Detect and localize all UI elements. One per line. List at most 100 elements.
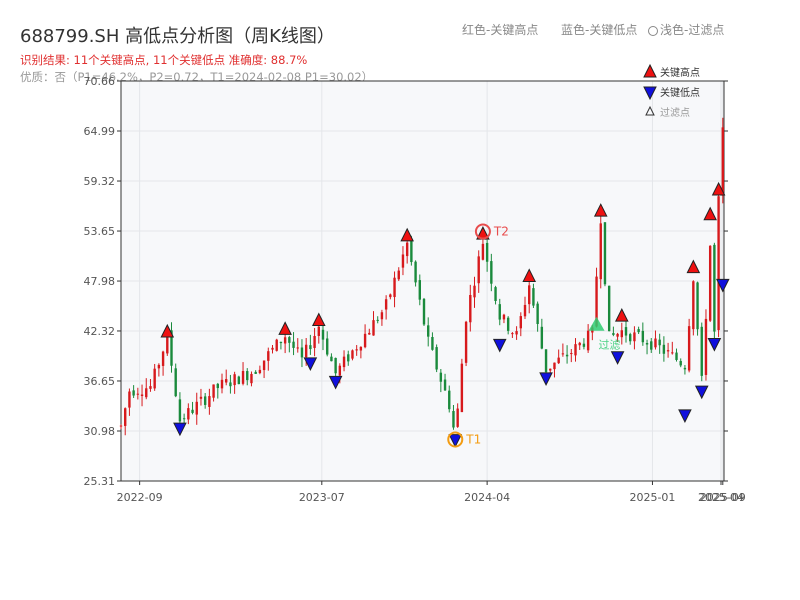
legend-high-icon	[643, 63, 657, 78]
t2-label: T2	[493, 224, 509, 238]
candle-body	[338, 365, 342, 376]
candle-body	[304, 344, 308, 358]
x-tick-label: 2022-09	[117, 491, 163, 504]
candle-body	[380, 312, 384, 320]
candle-body	[405, 242, 409, 257]
x-tick-label: 2024-04	[464, 491, 510, 504]
candle-body	[549, 368, 552, 371]
candle-body	[149, 386, 152, 389]
candle-body	[565, 354, 569, 357]
y-tick-label: 36.65	[84, 375, 116, 388]
candle-body	[570, 353, 573, 355]
y-tick-label: 30.98	[84, 425, 116, 438]
candle-body	[199, 396, 203, 399]
candle-body	[246, 371, 249, 381]
candle-body	[342, 356, 346, 368]
candle-body	[637, 329, 640, 333]
x-tick-label: 2025-01	[629, 491, 675, 504]
legend-label: 过滤点	[660, 106, 690, 119]
candle-body	[671, 352, 674, 354]
candle-body	[650, 341, 653, 350]
candle-body	[578, 342, 581, 346]
y-tick-label: 42.32	[84, 325, 116, 338]
candle-body	[271, 347, 274, 350]
candle-body	[212, 384, 215, 398]
y-tick-label: 64.99	[84, 125, 116, 138]
candle-body	[182, 418, 186, 420]
candle-body	[393, 277, 396, 298]
y-tick-label: 53.65	[84, 225, 116, 238]
candle-body	[557, 357, 560, 364]
candle-body	[372, 320, 375, 336]
candle-body	[490, 261, 493, 284]
candle-body	[528, 285, 531, 305]
candle-body	[700, 326, 703, 376]
legend-label: 关键高点	[660, 66, 700, 79]
candle-body	[363, 333, 367, 348]
candle-body	[603, 222, 607, 285]
candle-body	[321, 329, 325, 340]
candle-body	[376, 319, 379, 321]
candle-body	[208, 396, 211, 407]
candle-body	[401, 254, 405, 268]
candle-body	[128, 391, 131, 408]
candle-body	[178, 399, 182, 422]
candle-body	[296, 347, 299, 349]
candle-body	[229, 382, 232, 387]
candle-body	[582, 343, 586, 347]
y-tick-label: 25.31	[84, 475, 116, 488]
candle-body	[574, 344, 577, 356]
candle-body	[334, 357, 337, 374]
candle-body	[713, 244, 716, 332]
candle-body	[586, 330, 590, 351]
candle-body	[262, 360, 266, 371]
candle-body	[267, 351, 270, 361]
candle-body	[225, 379, 228, 383]
candle-body	[629, 334, 632, 342]
candle-body	[283, 337, 287, 344]
candle-body	[410, 239, 413, 263]
candle-body	[220, 379, 224, 389]
candle-body	[481, 243, 485, 260]
candle-body	[157, 364, 161, 369]
candle-body	[418, 280, 421, 300]
candle-body	[452, 411, 455, 428]
candle-body	[233, 374, 236, 386]
candle-body	[443, 379, 447, 391]
candle-body	[477, 256, 480, 284]
candle-body	[359, 346, 363, 351]
candle-body	[237, 376, 241, 385]
candle-body	[422, 298, 426, 325]
candle-body	[494, 287, 497, 301]
candle-body	[216, 383, 219, 389]
candle-body	[666, 350, 670, 352]
candle-body	[132, 390, 135, 396]
candle-body	[692, 281, 695, 330]
candle-body	[414, 261, 417, 283]
candle-body	[439, 372, 443, 382]
candle-body	[203, 396, 207, 405]
candle-body	[153, 368, 156, 389]
candle-body	[292, 341, 295, 348]
candle-body	[515, 331, 518, 335]
candle-body	[696, 282, 699, 330]
candle-body	[708, 245, 712, 321]
candle-body	[485, 242, 489, 262]
candle-body	[241, 371, 245, 384]
t1-label: T1	[465, 432, 481, 446]
candle-body	[275, 339, 278, 351]
candle-body	[654, 338, 657, 348]
candle-body	[317, 326, 320, 336]
candle-body	[136, 393, 140, 395]
candle-body	[523, 304, 527, 317]
candle-body	[456, 408, 459, 427]
candle-body	[662, 344, 666, 354]
candle-body	[519, 316, 522, 329]
candle-body	[313, 335, 316, 348]
y-tick-label: 47.98	[84, 275, 116, 288]
candle-body	[279, 341, 283, 344]
candle-body	[675, 352, 678, 360]
candle-body	[258, 369, 262, 374]
filtered-point-label: 过滤	[599, 339, 621, 352]
candle-body	[687, 326, 691, 371]
